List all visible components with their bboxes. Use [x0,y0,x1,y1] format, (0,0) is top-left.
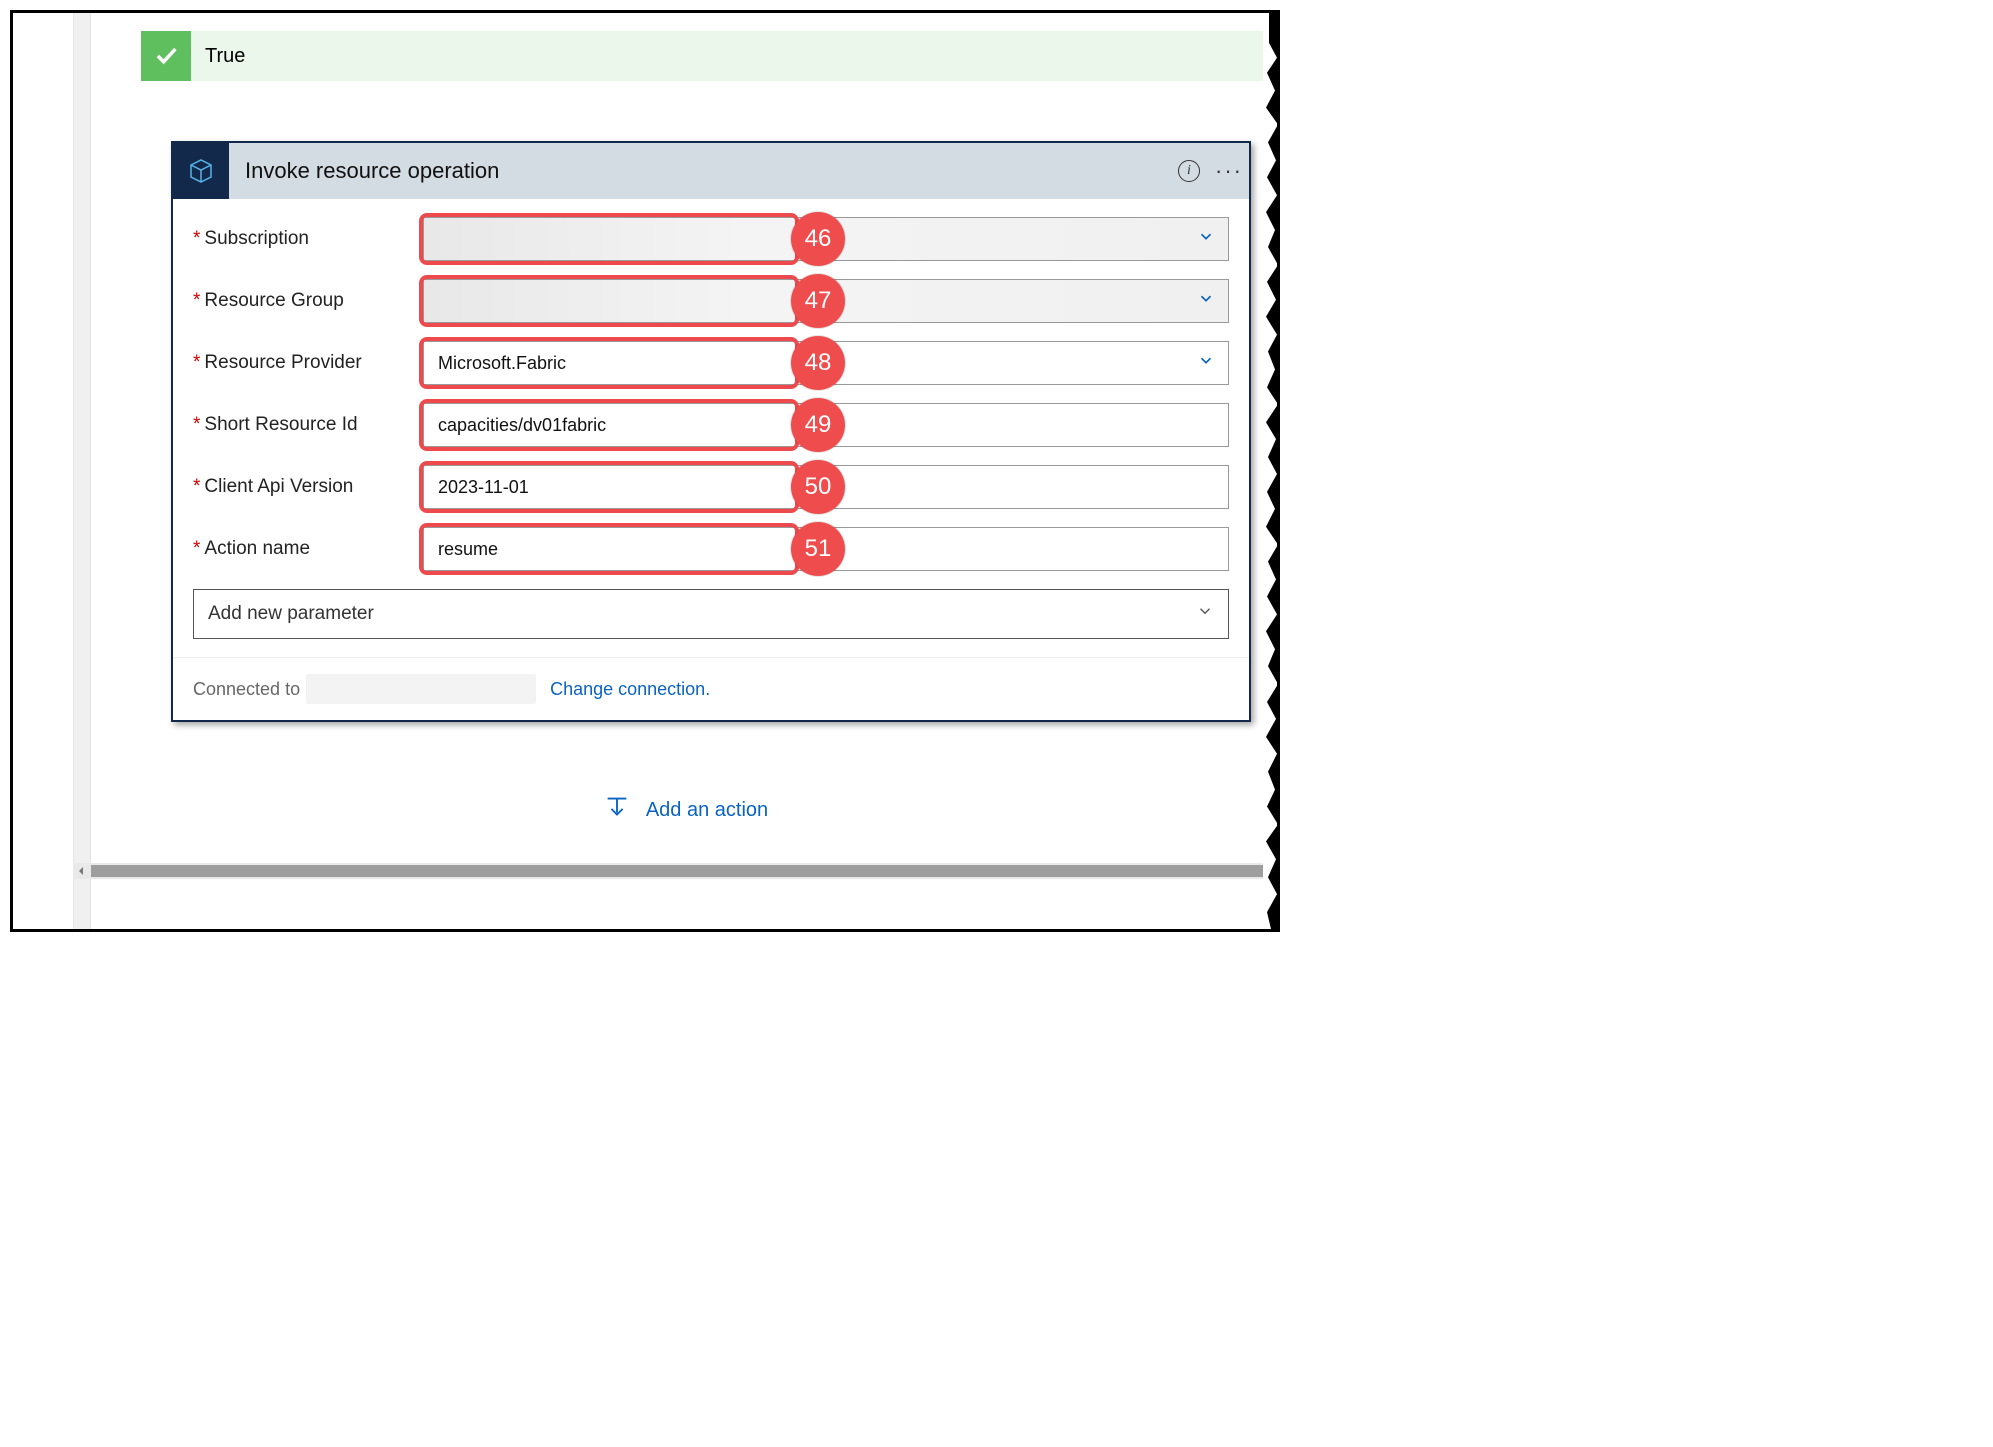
callout-bubble: 48 [791,336,845,390]
screenshot-frame: True Invoke resource operation i [10,10,1280,932]
change-connection-link[interactable]: Change connection. [550,679,710,700]
field-label: *Short Resource Id [193,414,423,436]
info-icon[interactable]: i [1169,160,1209,182]
action-title: Invoke resource operation [229,158,1169,184]
field-row-resource-provider: *Resource Provider 48 [193,341,1229,385]
designer-canvas: True Invoke resource operation i [13,13,1277,929]
action-card: Invoke resource operation i ··· *Subscri… [171,141,1251,722]
field-row-action-name: *Action name 51 [193,527,1229,571]
callout-bubble: 50 [791,460,845,514]
add-action-button[interactable]: Add an action [93,792,1277,828]
callout-bubble: 47 [791,274,845,328]
left-gutter [13,13,93,929]
callout-bubble: 49 [791,398,845,452]
gutter-bar [73,13,91,929]
field-row-subscription: *Subscription 46 [193,217,1229,261]
scroll-track[interactable] [91,865,1267,877]
action-form: *Subscription 46 [173,199,1249,657]
add-action-icon [602,792,632,828]
chevron-down-icon [1196,602,1214,626]
condition-true-branch[interactable]: True [141,31,1280,81]
check-icon [141,31,191,81]
callout-bubble: 51 [791,522,845,576]
content-area: True Invoke resource operation i [93,13,1277,929]
connection-name-redacted [306,674,536,704]
scroll-thumb[interactable] [91,865,1267,877]
add-action-label: Add an action [646,799,768,822]
field-label: *Resource Group [193,290,423,312]
torn-edge-decoration [1263,13,1280,929]
field-label: *Resource Provider [193,352,423,374]
field-row-short-resource-id: *Short Resource Id 49 [193,403,1229,447]
horizontal-scrollbar[interactable] [73,863,1269,879]
callout-bubble: 46 [791,212,845,266]
action-card-header[interactable]: Invoke resource operation i ··· [173,143,1249,199]
field-row-resource-group: *Resource Group 47 [193,279,1229,323]
add-parameter-dropdown[interactable]: Add new parameter [193,589,1229,639]
condition-true-label: True [191,45,245,68]
field-row-client-api-version: *Client Api Version 50 [193,465,1229,509]
connected-to-row: Connected to Change connection. [173,657,1249,720]
field-label: *Action name [193,538,423,560]
add-parameter-label: Add new parameter [208,603,374,625]
field-label: *Subscription [193,228,423,250]
arm-cube-icon [173,143,229,199]
scroll-left-arrow-icon[interactable] [73,863,89,879]
connected-to-label: Connected to [193,679,300,700]
field-label: *Client Api Version [193,476,423,498]
